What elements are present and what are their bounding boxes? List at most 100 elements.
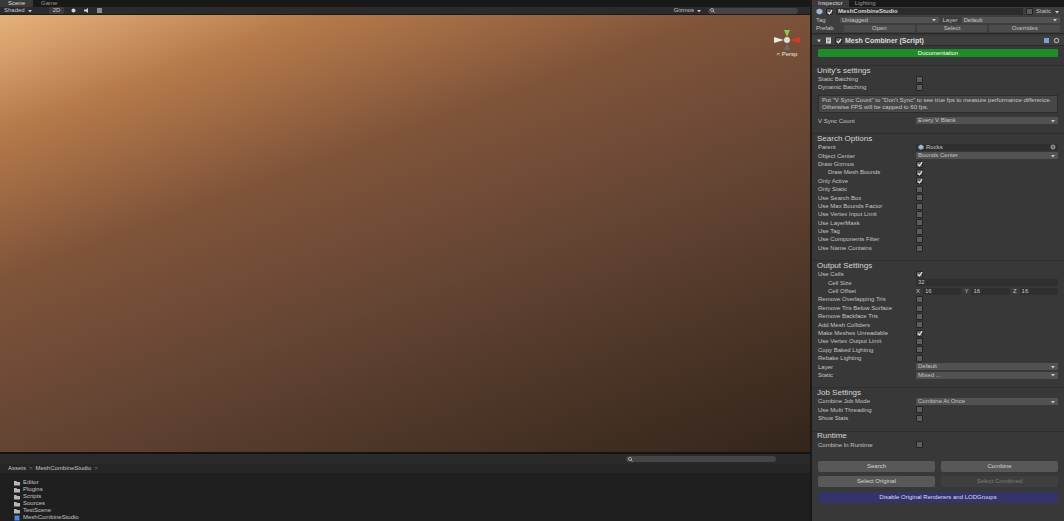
static-checkbox[interactable] [1026, 8, 1033, 15]
setting-checkbox[interactable] [916, 313, 923, 320]
setting-dropdown[interactable]: Combine At Once [916, 398, 1058, 405]
setting-row[interactable]: Use LayerMask [812, 219, 1064, 227]
project-item[interactable]: Plugins [14, 486, 796, 493]
setting-checkbox[interactable] [916, 271, 923, 278]
prefab-button[interactable]: Overrides [989, 25, 1060, 32]
setting-row[interactable]: Use Search Box [812, 194, 1064, 202]
setting-row[interactable]: ParentRocks [812, 143, 1064, 151]
help-icon[interactable] [1043, 37, 1050, 44]
setting-row[interactable]: Remove Overlapping Tris [812, 295, 1064, 303]
audio-icon[interactable] [83, 7, 90, 14]
setting-row[interactable]: Cell OffsetX16Y16Z16 [812, 287, 1064, 295]
object-picker-icon[interactable] [1050, 144, 1056, 150]
object-name-field[interactable]: MeshCombineStudio [836, 8, 1023, 15]
effects-icon[interactable] [96, 7, 103, 14]
prefab-button[interactable]: Open [844, 25, 915, 32]
setting-row[interactable]: V Sync CountEvery V Blank [812, 117, 1064, 125]
setting-row[interactable]: Make Meshes Unreadable [812, 329, 1064, 337]
setting-row[interactable]: Use Multi Threading [812, 406, 1064, 414]
axis-field[interactable]: 16 [1020, 288, 1058, 295]
tag-dropdown[interactable]: Untagged [840, 17, 939, 23]
setting-checkbox[interactable] [916, 186, 923, 193]
lighting-icon[interactable] [70, 7, 77, 14]
setting-row[interactable]: Draw Mesh Bounds [812, 168, 1064, 176]
setting-checkbox[interactable] [916, 211, 923, 218]
setting-row[interactable]: Static Batching [812, 75, 1064, 83]
action-button[interactable]: Search [818, 461, 935, 472]
setting-row[interactable]: Rebake Lighting [812, 354, 1064, 362]
setting-row[interactable]: Dynamic Batching [812, 83, 1064, 91]
breadcrumb-item[interactable]: MeshCombineStudio [36, 464, 92, 473]
documentation-button[interactable]: Documentation [818, 49, 1058, 57]
foldout-arrow-icon[interactable] [816, 38, 822, 44]
setting-row[interactable]: Use Vertex Input Limit [812, 210, 1064, 218]
axis-field[interactable]: 16 [923, 288, 961, 295]
setting-dropdown[interactable]: Default [916, 363, 1058, 370]
setting-row[interactable]: Combine In Runtime [812, 441, 1064, 449]
project-item[interactable]: TestScene [14, 507, 796, 514]
breadcrumb-item[interactable]: Assets [8, 464, 26, 473]
projection-label[interactable]: < Persp [777, 51, 798, 58]
setting-row[interactable]: Show Stats [812, 414, 1064, 422]
setting-checkbox[interactable] [916, 415, 923, 422]
scene-tab[interactable]: Scene [0, 0, 33, 7]
setting-checkbox[interactable] [916, 194, 923, 201]
setting-dropdown[interactable]: Every V Blank [916, 117, 1058, 124]
setting-row[interactable]: Copy Baked Lighting [812, 346, 1064, 354]
setting-dropdown[interactable]: Mixed ... [916, 372, 1058, 379]
setting-row[interactable]: Add Mesh Colliders [812, 321, 1064, 329]
setting-checkbox[interactable] [916, 330, 923, 337]
setting-checkbox[interactable] [916, 228, 923, 235]
project-search-field[interactable] [626, 456, 776, 462]
setting-checkbox[interactable] [916, 219, 923, 226]
gizmos-dropdown[interactable]: Gizmos [674, 7, 702, 14]
setting-checkbox[interactable] [916, 406, 923, 413]
setting-dropdown[interactable]: Bounds Center [916, 152, 1058, 159]
project-item[interactable]: Editor [14, 479, 796, 486]
project-item[interactable]: Sources [14, 500, 796, 507]
setting-checkbox[interactable] [916, 346, 923, 353]
scene-tab[interactable]: Game [33, 0, 65, 7]
setting-row[interactable]: StaticMixed ... [812, 371, 1064, 379]
setting-checkbox[interactable] [916, 236, 923, 243]
scene-search-field[interactable] [708, 8, 798, 14]
setting-row[interactable]: Use Tag [812, 227, 1064, 235]
disable-originals-button[interactable]: Disable Original Renderers and LODGroups [818, 492, 1058, 503]
setting-row[interactable]: Draw Gizmos [812, 160, 1064, 168]
number-field[interactable]: 32 [916, 279, 1058, 286]
axis-field[interactable]: 16 [971, 288, 1009, 295]
setting-checkbox[interactable] [916, 177, 923, 184]
project-item[interactable]: MeshCombineStudio [14, 514, 796, 521]
active-checkbox[interactable] [826, 8, 833, 15]
prefab-button[interactable]: Select [917, 25, 988, 32]
orientation-gizmo[interactable]: < Persp [772, 29, 802, 58]
setting-row[interactable]: Use Cells [812, 270, 1064, 278]
setting-checkbox[interactable] [916, 161, 923, 168]
shading-dropdown[interactable]: Shaded [4, 7, 43, 14]
setting-checkbox[interactable] [916, 169, 923, 176]
setting-row[interactable]: Use Components Filter [812, 235, 1064, 243]
setting-row[interactable]: Object CenterBounds Center [812, 152, 1064, 160]
setting-row[interactable]: Use Vertex Output Limit [812, 337, 1064, 345]
inspector-tab[interactable]: Inspector [812, 0, 849, 7]
setting-checkbox[interactable] [916, 296, 923, 303]
setting-checkbox[interactable] [916, 84, 923, 91]
setting-row[interactable]: Combine Job ModeCombine At Once [812, 397, 1064, 405]
setting-row[interactable]: LayerDefault [812, 363, 1064, 371]
dropdown-arrow-icon[interactable] [1054, 9, 1060, 15]
setting-row[interactable]: Cell Size32 [812, 279, 1064, 287]
object-field[interactable]: Rocks [916, 144, 1058, 151]
action-button[interactable]: Select Original [818, 476, 935, 487]
scene-viewport[interactable]: < Persp [0, 15, 810, 452]
setting-checkbox[interactable] [916, 76, 923, 83]
settings-icon[interactable] [1053, 37, 1060, 44]
component-enabled-checkbox[interactable] [835, 37, 842, 44]
layer-dropdown[interactable]: Default [962, 17, 1061, 23]
setting-row[interactable]: Remove Backface Tris [812, 312, 1064, 320]
action-button[interactable]: Combine [941, 461, 1058, 472]
setting-checkbox[interactable] [916, 305, 923, 312]
setting-checkbox[interactable] [916, 338, 923, 345]
setting-row[interactable]: Use Max Bounds Factor [812, 202, 1064, 210]
setting-checkbox[interactable] [916, 355, 923, 362]
project-item[interactable]: Scripts [14, 493, 796, 500]
